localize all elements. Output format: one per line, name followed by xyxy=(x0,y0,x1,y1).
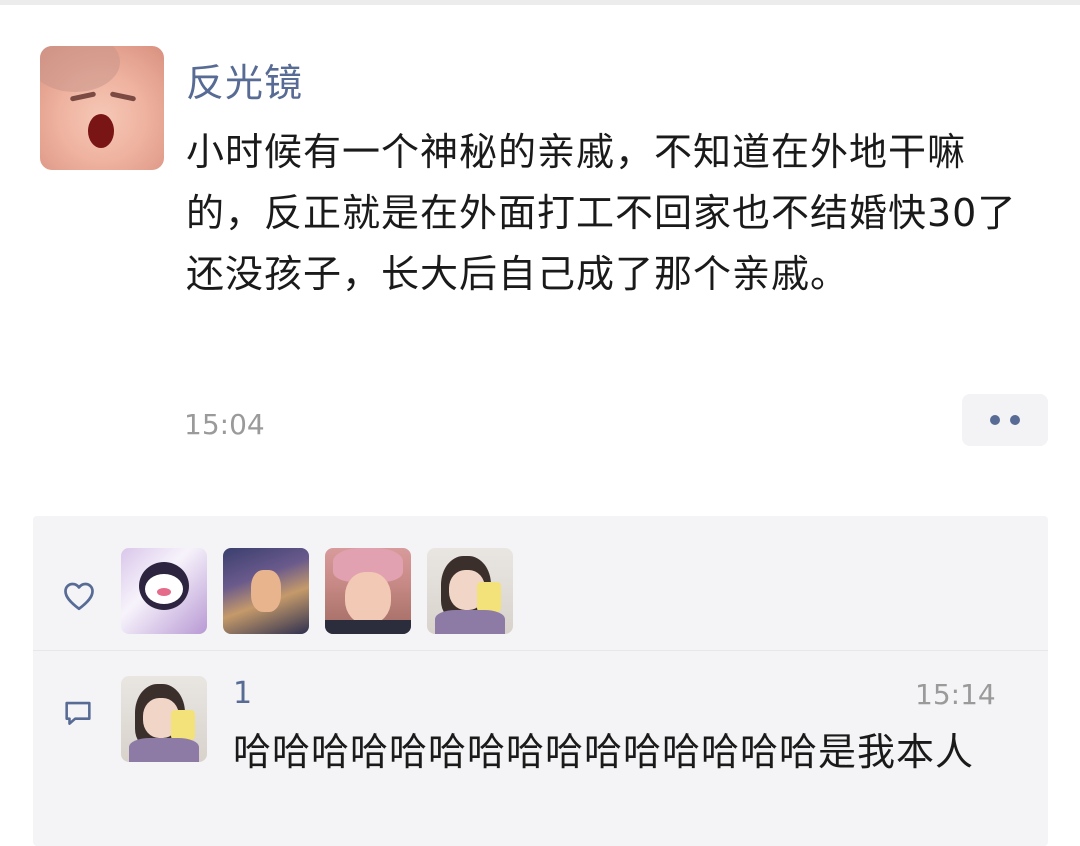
author-name[interactable]: 反光镜 xyxy=(186,52,303,107)
likes-comments-panel: 1 15:14 哈哈哈哈哈哈哈哈哈哈哈哈哈哈哈是我本人 xyxy=(33,516,1048,846)
like-avatar-girl[interactable] xyxy=(427,548,513,634)
likes-divider xyxy=(33,650,1048,651)
more-options-button[interactable] xyxy=(962,394,1048,446)
post-time: 15:04 xyxy=(184,408,265,441)
comment-text[interactable]: 哈哈哈哈哈哈哈哈哈哈哈哈哈哈哈是我本人 xyxy=(233,728,1023,776)
comment-icon xyxy=(65,701,91,725)
top-divider xyxy=(0,0,1080,5)
more-dots-icon xyxy=(990,415,1000,425)
commenter-avatar[interactable] xyxy=(121,676,207,762)
commenter-name[interactable]: 1 xyxy=(233,676,252,711)
like-avatar-anime[interactable] xyxy=(223,548,309,634)
likes-row xyxy=(33,516,1048,646)
comment-time: 15:14 xyxy=(915,678,996,711)
post-text: 小时候有一个神秘的亲戚，不知道在外地干嘛的，反正就是在外面打工不回家也不结婚快3… xyxy=(186,130,1017,296)
like-avatar-kuromi[interactable] xyxy=(121,548,207,634)
like-avatar-pink-hair[interactable] xyxy=(325,548,411,634)
heart-icon xyxy=(64,582,94,611)
author-avatar[interactable] xyxy=(40,46,164,170)
